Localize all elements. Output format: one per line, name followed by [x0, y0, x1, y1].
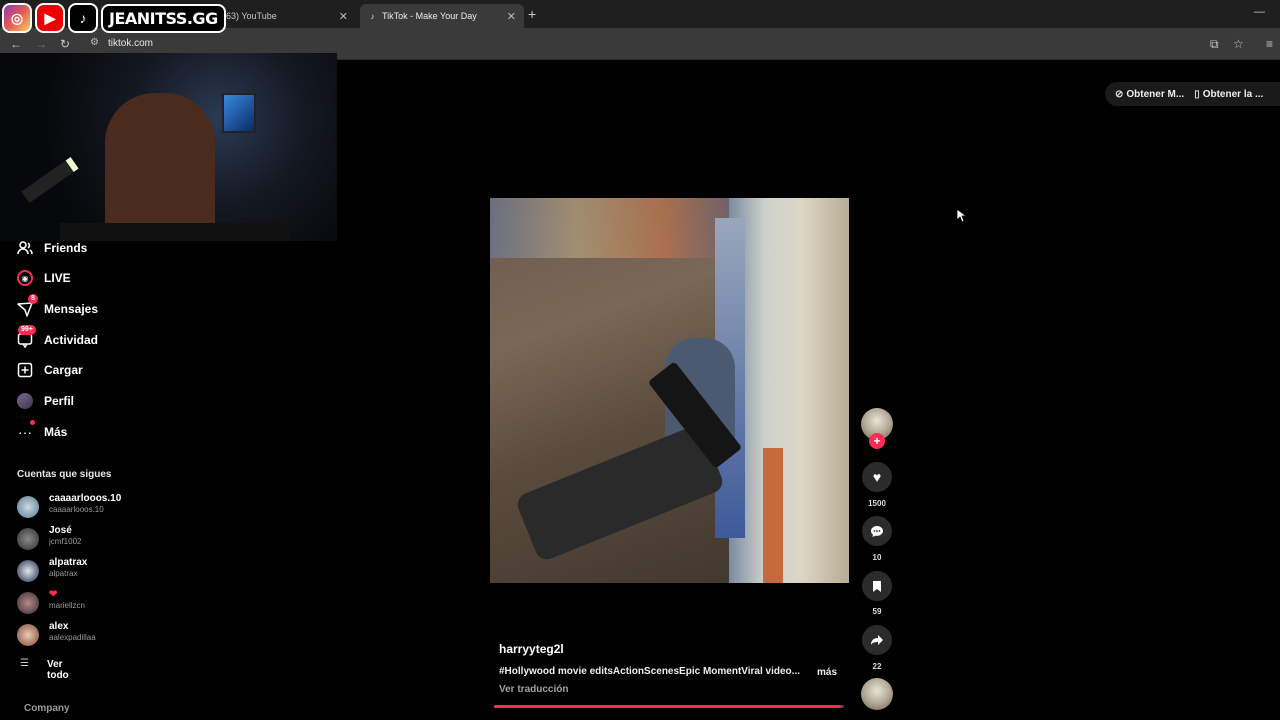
- video-author[interactable]: harryyteg2l: [499, 642, 564, 656]
- account-username: mariellzcn: [49, 601, 86, 610]
- tab-tiktok[interactable]: ♪ TikTok - Make Your Day ✕: [360, 4, 524, 28]
- site-settings-icon[interactable]: ⚙: [90, 37, 99, 48]
- following-account[interactable]: José jcmf1002: [17, 525, 317, 553]
- sidebar-item-label: Perfil: [44, 394, 75, 408]
- profile-icon: [16, 392, 34, 410]
- video-orange-post: [763, 448, 783, 583]
- install-app-icon[interactable]: ⧉: [1210, 37, 1219, 52]
- coin-icon: ⊘: [1115, 88, 1124, 100]
- tab-title: (163) YouTube: [218, 11, 277, 21]
- webcam-microphone: [21, 157, 79, 203]
- webcam-monitor: [222, 93, 256, 133]
- comment-button[interactable]: [862, 516, 892, 546]
- video-caption: #Hollywood movie editsActionScenesEpic M…: [499, 666, 801, 677]
- tab-title: TikTok - Make Your Day: [382, 11, 477, 21]
- more-icon: ···: [18, 424, 32, 440]
- close-icon[interactable]: ✕: [507, 10, 516, 23]
- reload-icon[interactable]: ↻: [60, 37, 70, 51]
- share-arrow-icon: [871, 635, 883, 645]
- webcam-shirt: [60, 223, 290, 241]
- list-icon: ☰: [20, 658, 29, 669]
- get-coins-button[interactable]: ⊘ Obtener M...: [1115, 89, 1184, 100]
- like-button[interactable]: ♥: [862, 462, 892, 492]
- account-username: aalexpadillaa: [49, 633, 96, 642]
- youtube-logo-icon: ▶: [35, 3, 65, 33]
- like-count: 1500: [868, 499, 886, 508]
- get-app-label: Obtener la ...: [1202, 88, 1264, 100]
- get-coins-label: Obtener M...: [1126, 88, 1185, 100]
- video-graffiti: [490, 198, 750, 258]
- friends-icon: [16, 239, 34, 257]
- bookmark-icon: [873, 580, 881, 592]
- webcam-overlay: [0, 53, 337, 241]
- bookmark-star-icon[interactable]: ☆: [1233, 37, 1244, 51]
- streamer-brand: ◎ ▶ ♪ JEANITSS.GG: [0, 0, 226, 36]
- following-account[interactable]: alpatrax alpatrax: [17, 557, 317, 585]
- caption-more-button[interactable]: más: [817, 667, 837, 678]
- video-progress-fill: [494, 705, 841, 708]
- notification-dot: [30, 420, 35, 425]
- account-name: alex: [49, 621, 69, 632]
- new-tab-icon[interactable]: +: [528, 6, 536, 22]
- video-player[interactable]: [490, 198, 849, 583]
- webcam-person: [105, 93, 215, 241]
- upload-icon: [16, 361, 34, 379]
- live-icon: ◉: [16, 269, 34, 287]
- sidebar-item-label: Friends: [44, 241, 88, 255]
- tiktok-logo-icon: ♪: [68, 3, 98, 33]
- url-field[interactable]: tiktok.com: [108, 38, 153, 49]
- avatar: [17, 624, 39, 646]
- get-app-button[interactable]: ▯ Obtener la ...: [1194, 89, 1263, 100]
- music-disc-avatar[interactable]: [861, 678, 893, 710]
- back-icon[interactable]: ←: [10, 37, 22, 51]
- account-username: alpatrax: [49, 569, 78, 578]
- company-link[interactable]: Company: [24, 703, 70, 714]
- top-right-actions: ⊘ Obtener M... ▯ Obtener la ...: [1105, 82, 1280, 106]
- avatar: [17, 592, 39, 614]
- following-section-title: Cuentas que sigues: [17, 469, 112, 480]
- instagram-logo-icon: ◎: [2, 3, 32, 33]
- video-progress-bar[interactable]: [494, 705, 844, 708]
- account-username: jcmf1002: [49, 537, 82, 546]
- account-name: ❤: [49, 589, 58, 600]
- sidebar-item-label: Cargar: [44, 363, 83, 377]
- account-username: caaaarlooos.10: [49, 505, 104, 514]
- avatar: [17, 496, 39, 518]
- sidebar-item-label: Mensajes: [44, 302, 99, 316]
- avatar: [17, 393, 33, 409]
- translate-link[interactable]: Ver traducción: [499, 684, 568, 695]
- avatar: [17, 560, 39, 582]
- sidebar-item-label: Más: [44, 425, 68, 439]
- follow-plus-icon[interactable]: +: [869, 433, 885, 449]
- account-name: alpatrax: [49, 557, 88, 568]
- save-button[interactable]: [862, 571, 892, 601]
- share-button[interactable]: [862, 625, 892, 655]
- tiktok-favicon-icon: ♪: [370, 11, 375, 21]
- phone-icon: ▯: [1194, 88, 1200, 100]
- save-count: 59: [872, 607, 882, 616]
- sidebar-item-label: LIVE: [44, 271, 71, 285]
- close-icon[interactable]: ✕: [339, 10, 348, 23]
- following-account[interactable]: caaaarlooos.10 caaaarlooos.10: [17, 493, 317, 521]
- comment-count: 10: [872, 553, 882, 562]
- following-account[interactable]: alex aalexpadillaa: [17, 621, 317, 649]
- avatar: [17, 528, 39, 550]
- minimize-icon[interactable]: —: [1254, 6, 1265, 18]
- video-wall: [729, 198, 849, 583]
- share-count: 22: [872, 662, 882, 671]
- comment-icon: [871, 525, 883, 537]
- sidebar-item-label: Actividad: [44, 333, 99, 347]
- account-name: José: [49, 525, 72, 536]
- streamer-handle: JEANITSS.GG: [101, 3, 226, 33]
- account-name: caaaarlooos.10: [49, 493, 122, 504]
- video-arm: [514, 423, 726, 563]
- mouse-cursor-icon: [956, 208, 968, 226]
- messages-badge: 8: [28, 294, 38, 304]
- reading-list-icon[interactable]: ≡: [1266, 37, 1273, 51]
- following-account[interactable]: ❤ mariellzcn: [17, 589, 317, 617]
- activity-badge: 99+: [18, 325, 36, 335]
- forward-icon[interactable]: →: [35, 37, 47, 51]
- heart-icon: ♥: [872, 469, 882, 485]
- see-all-label: Ver todo: [47, 659, 69, 681]
